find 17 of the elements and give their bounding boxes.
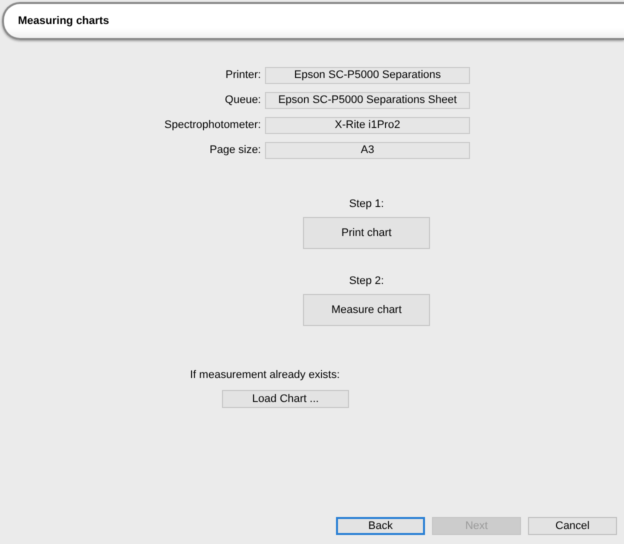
field-label: Spectrophotometer: [163,118,261,133]
hint-text: If measurement already exists: [190,369,340,382]
step-button[interactable]: Measure chart [303,294,430,326]
readonly-field: Epson SC-P5000 Separations Sheet [265,92,470,109]
step-label: Step 1: [349,198,384,211]
readonly-field: Epson SC-P5000 Separations [265,67,470,84]
field-label: Queue: [224,93,261,108]
page-title: Measuring charts [18,15,110,27]
step-button[interactable]: Print chart [303,217,430,249]
field-label: Page size: [208,143,261,158]
readonly-field: A3 [265,142,470,159]
readonly-field: X-Rite i1Pro2 [265,117,470,134]
step-label: Step 2: [349,275,384,288]
load-chart-button[interactable]: Load Chart ... [222,390,349,408]
footer-button[interactable]: Back [336,517,425,535]
footer-button[interactable]: Cancel [528,517,617,535]
field-label: Printer: [224,68,261,83]
